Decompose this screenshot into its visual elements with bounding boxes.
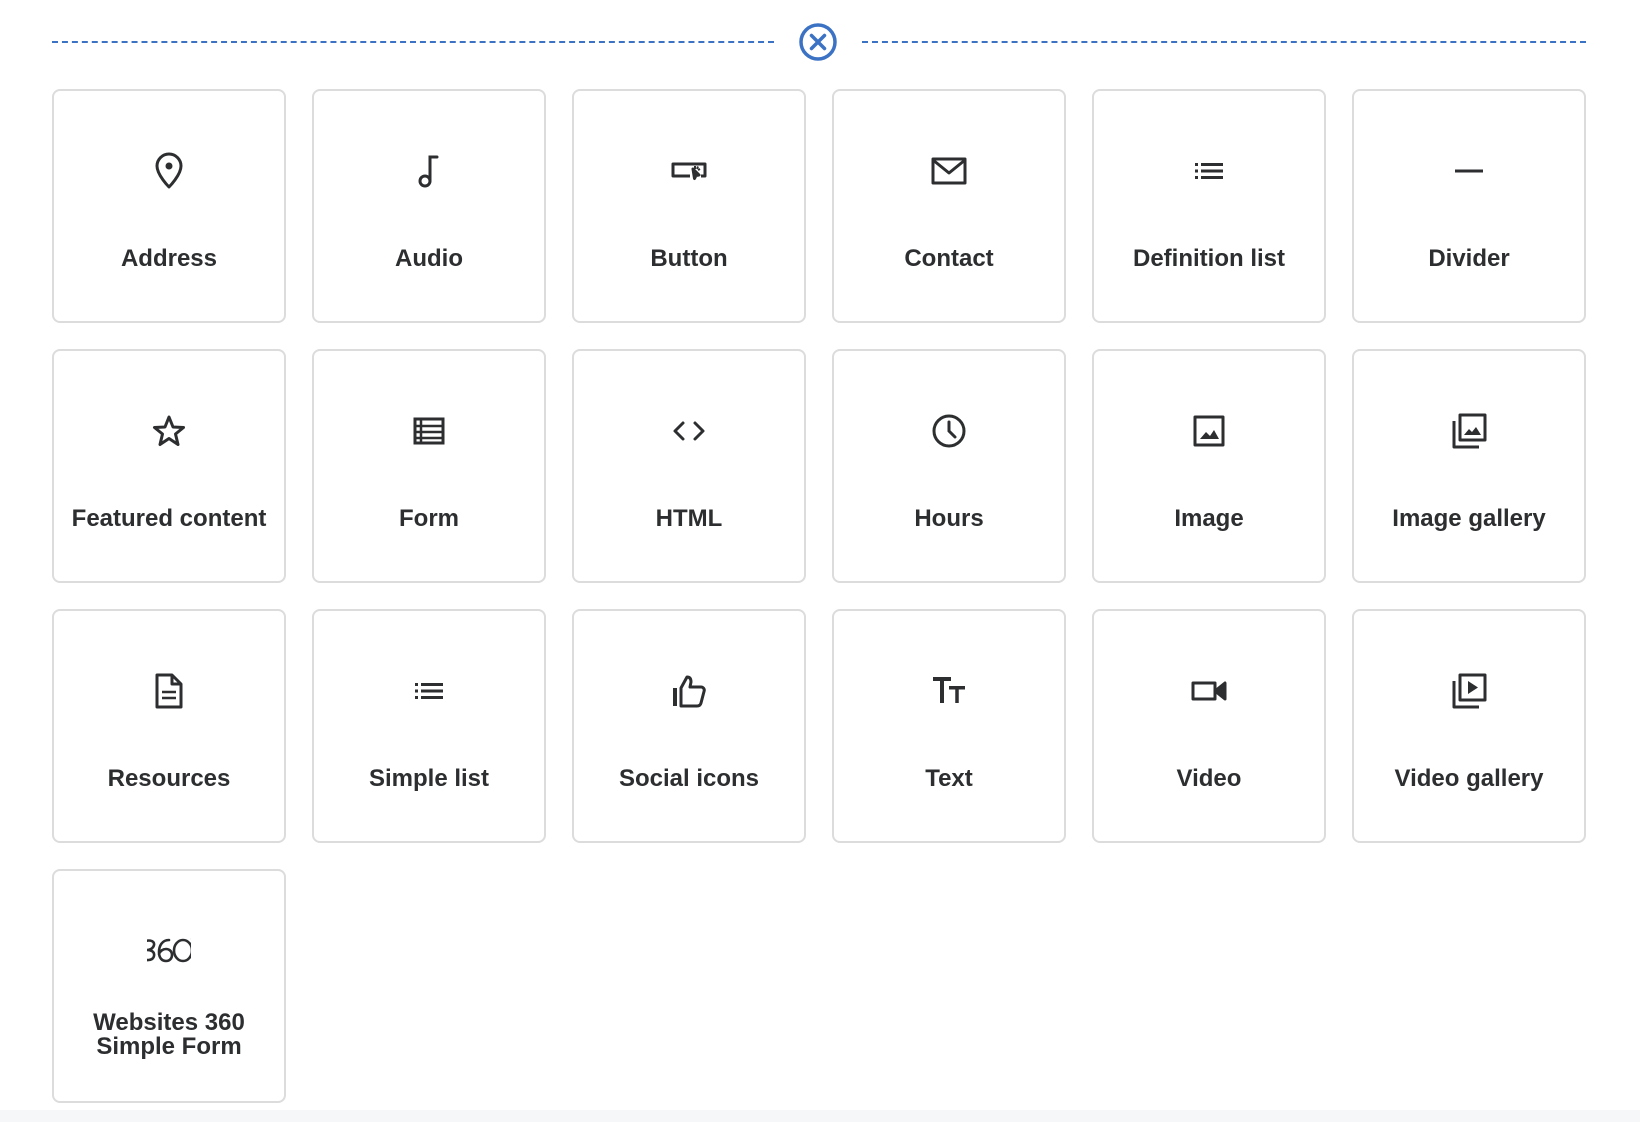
music-note-icon <box>407 149 451 193</box>
widget-label: Divider <box>1428 245 1510 272</box>
image-icon <box>1187 409 1231 453</box>
widget-label: Image gallery <box>1392 505 1546 532</box>
widget-label: Video gallery <box>1394 765 1544 792</box>
map-pin-icon <box>147 149 191 193</box>
dashed-line-left <box>52 41 774 43</box>
widget-label: Definition list <box>1133 245 1285 272</box>
widget-label: Hours <box>914 505 984 532</box>
widget-tile-video[interactable]: Video <box>1092 609 1326 843</box>
star-icon <box>147 409 191 453</box>
video-camera-icon <box>1187 669 1231 713</box>
list-icon <box>1187 149 1231 193</box>
logo-360-icon <box>147 929 191 973</box>
widget-tile-hours[interactable]: Hours <box>832 349 1066 583</box>
clock-icon <box>927 409 971 453</box>
code-icon <box>667 409 711 453</box>
widget-label: Form <box>399 505 459 532</box>
widget-tile-definition-list[interactable]: Definition list <box>1092 89 1326 323</box>
widget-tile-image-gallery[interactable]: Image gallery <box>1352 349 1586 583</box>
document-icon <box>147 669 191 713</box>
close-button[interactable] <box>798 22 838 62</box>
widget-tile-divider[interactable]: Divider <box>1352 89 1586 323</box>
widget-label: Social icons <box>618 765 760 792</box>
widget-tile-text[interactable]: Text <box>832 609 1066 843</box>
button-icon <box>667 149 711 193</box>
widget-label: Resources <box>107 765 231 792</box>
widget-tile-contact[interactable]: Contact <box>832 89 1066 323</box>
widget-label: Address <box>120 245 218 272</box>
widget-tile-address[interactable]: Address <box>52 89 286 323</box>
widget-label: Featured content <box>71 505 267 532</box>
widget-label: Image <box>1174 505 1244 532</box>
widget-tile-social-icons[interactable]: Social icons <box>572 609 806 843</box>
widget-label: Audio <box>395 245 463 272</box>
widget-tile-websites-360-simple-form[interactable]: Websites 360 Simple Form <box>52 869 286 1103</box>
widget-tile-simple-list[interactable]: Simple list <box>312 609 546 843</box>
widget-grid: Address Audio Button Contact Definition … <box>52 89 1586 1103</box>
widget-tile-button[interactable]: Button <box>572 89 806 323</box>
widget-tile-image[interactable]: Image <box>1092 349 1326 583</box>
widget-label: HTML <box>655 505 723 532</box>
horizontal-rule-icon <box>1447 149 1491 193</box>
widget-picker-divider <box>52 22 1586 62</box>
widget-tile-resources[interactable]: Resources <box>52 609 286 843</box>
video-gallery-icon <box>1447 669 1491 713</box>
thumbs-up-icon <box>667 669 711 713</box>
footer-band <box>0 1110 1640 1122</box>
widget-label: Contact <box>904 245 994 272</box>
widget-label: Button <box>650 245 728 272</box>
envelope-icon <box>927 149 971 193</box>
widget-label: Websites 360 Simple Form <box>93 1009 245 1060</box>
widget-tile-html[interactable]: HTML <box>572 349 806 583</box>
close-circle-icon <box>798 22 838 62</box>
widget-label: Video <box>1176 765 1242 792</box>
list-icon <box>407 669 451 713</box>
widget-tile-form[interactable]: Form <box>312 349 546 583</box>
text-size-icon <box>927 669 971 713</box>
image-gallery-icon <box>1447 409 1491 453</box>
widget-label: Simple list <box>368 765 490 792</box>
form-icon <box>407 409 451 453</box>
widget-label: Text <box>925 765 973 792</box>
widget-tile-featured-content[interactable]: Featured content <box>52 349 286 583</box>
widget-tile-audio[interactable]: Audio <box>312 89 546 323</box>
widget-tile-video-gallery[interactable]: Video gallery <box>1352 609 1586 843</box>
dashed-line-right <box>862 41 1586 43</box>
